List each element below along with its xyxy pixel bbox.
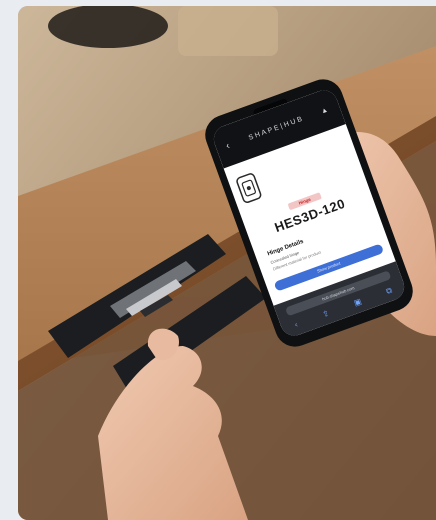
share-icon[interactable]: ⇪ — [321, 308, 331, 320]
chevron-left-icon[interactable]: ‹ — [224, 139, 233, 151]
triangle-up-icon[interactable]: ▲ — [320, 105, 331, 115]
tabs-icon[interactable]: ⧉ — [385, 286, 394, 297]
photo-frame: ‹ SHAPE|HUB ▲ Hinge HES3D-120 Hinge Deta… — [18, 6, 436, 520]
book-icon[interactable]: ▣ — [353, 297, 364, 309]
brand-logo: SHAPE|HUB — [247, 114, 305, 142]
chevron-left-icon[interactable]: ‹ — [293, 320, 299, 330]
background-object — [48, 6, 168, 48]
